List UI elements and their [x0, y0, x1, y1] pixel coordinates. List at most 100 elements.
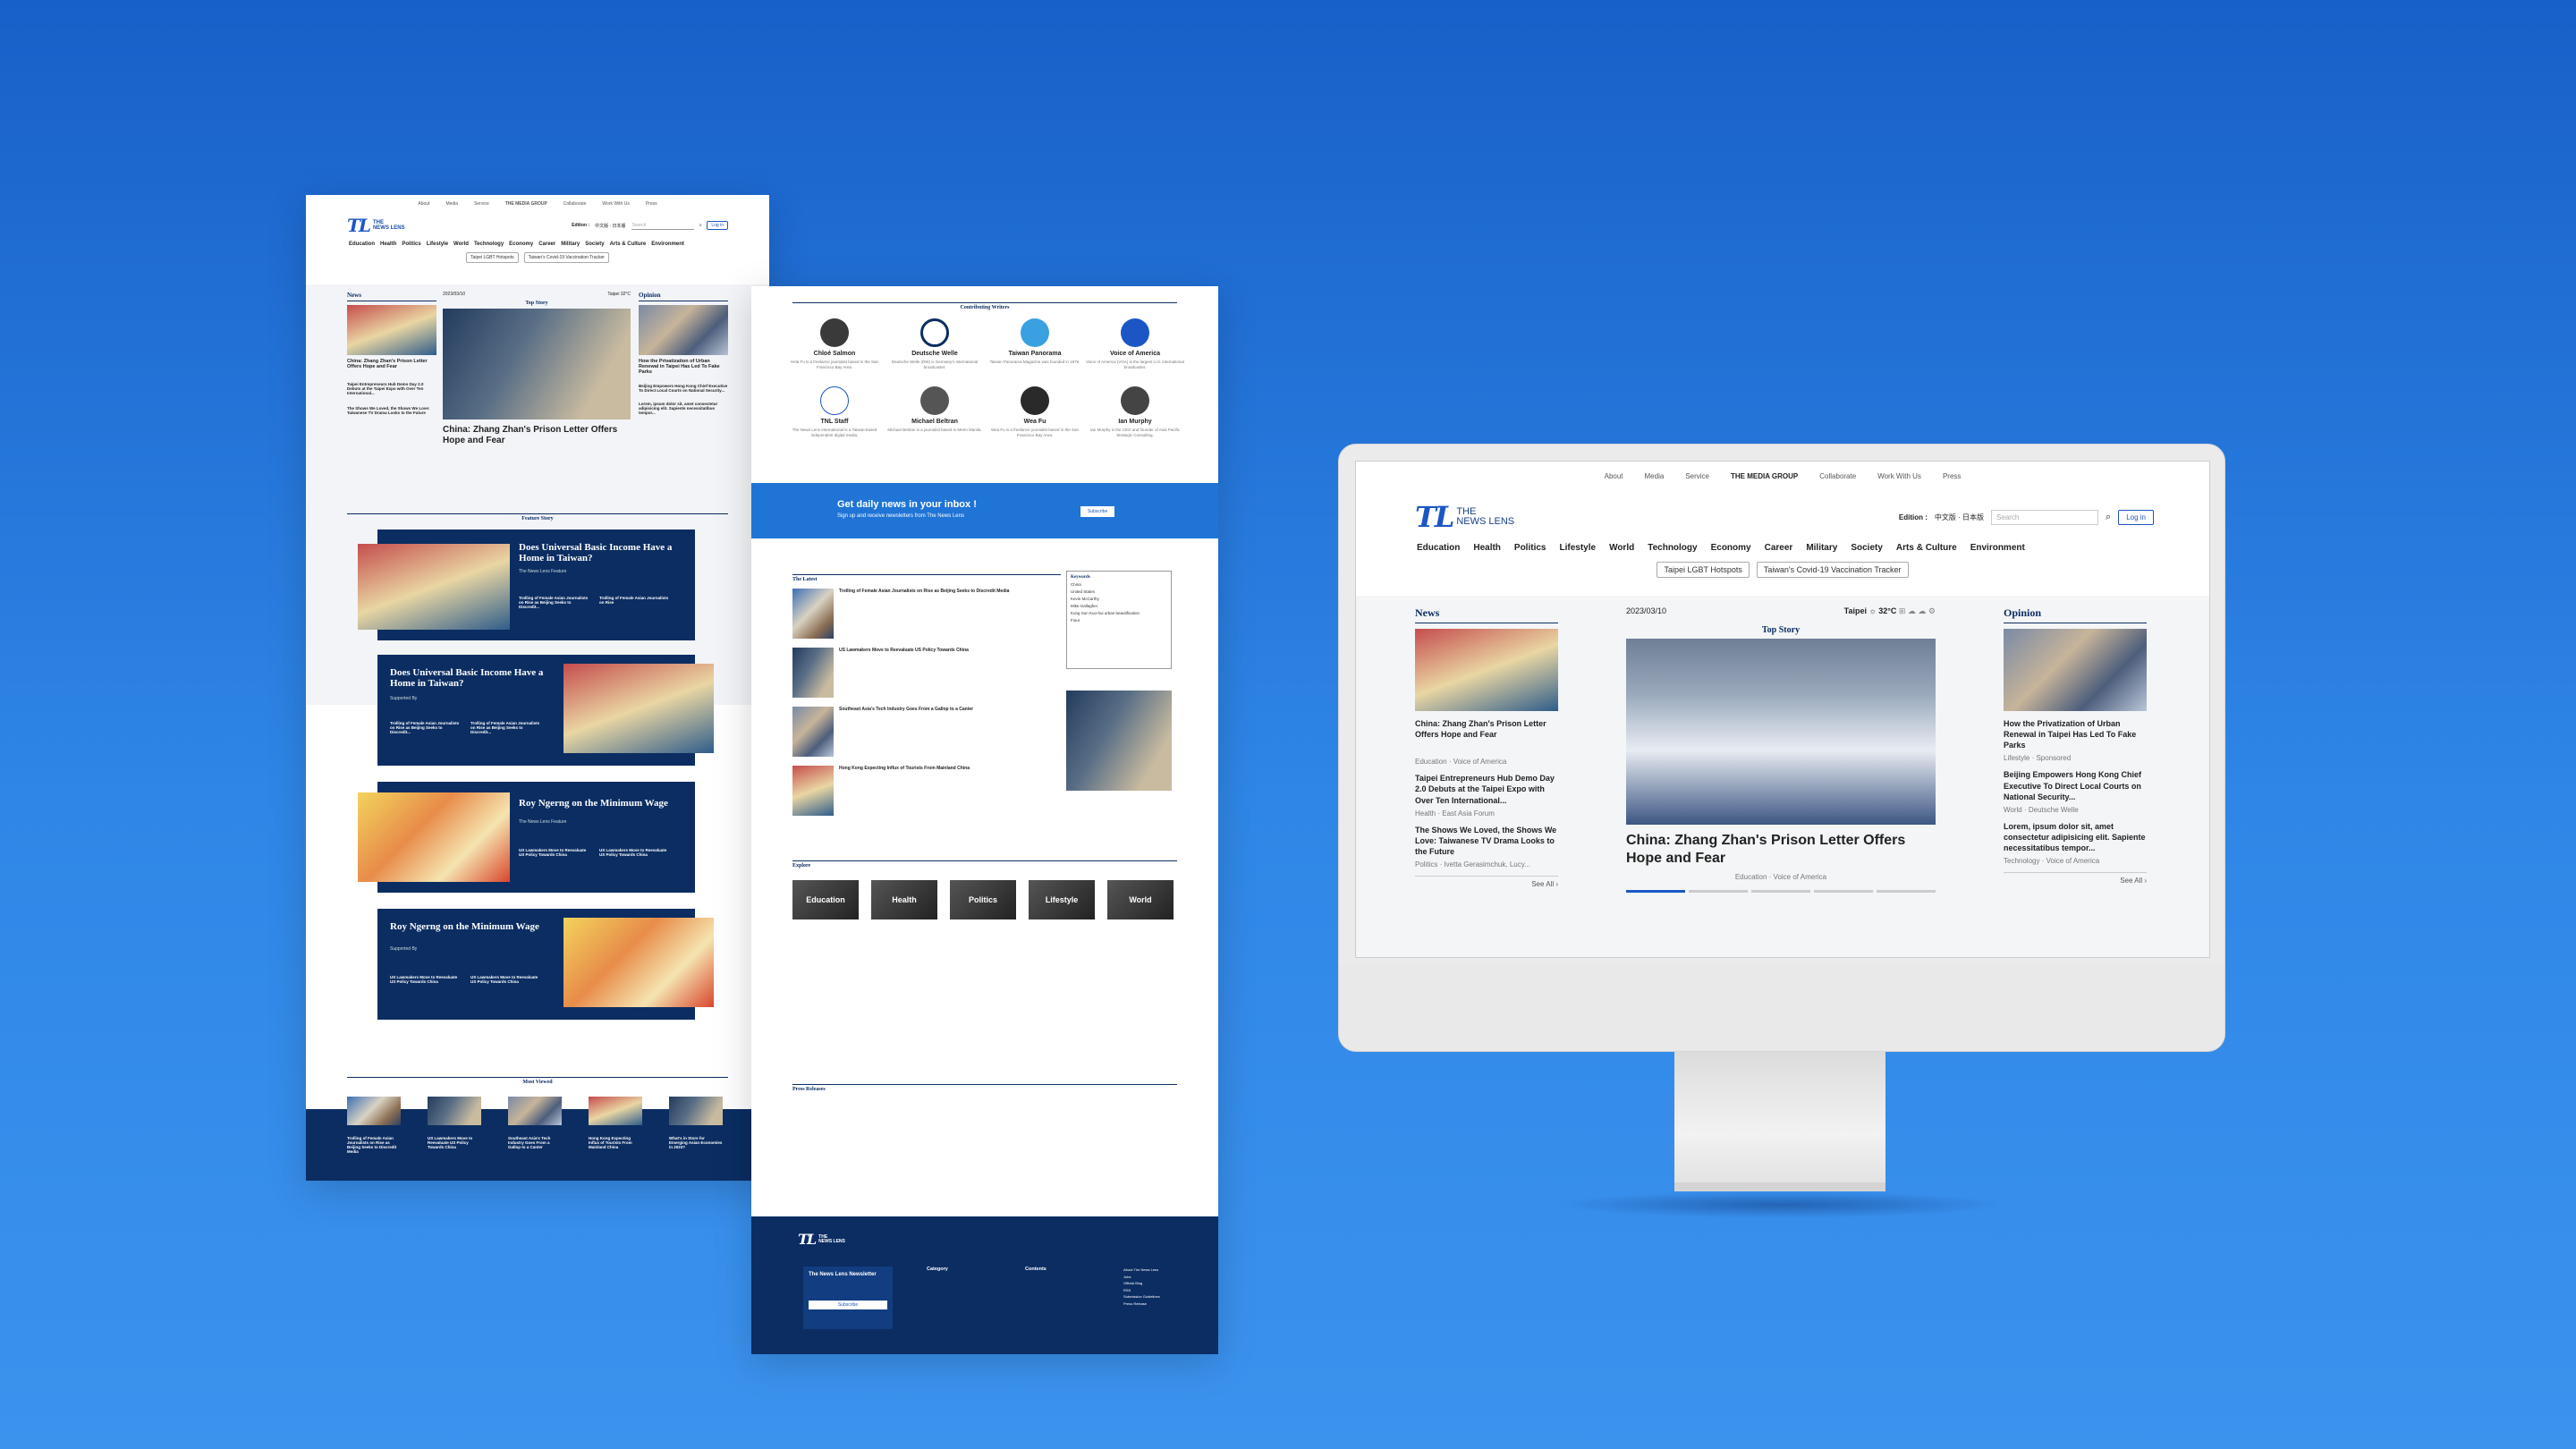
- feature-card-3[interactable]: Roy Ngerng on the Minimum Wage The News …: [358, 782, 695, 893]
- footer-link[interactable]: Press Release: [1123, 1301, 1160, 1308]
- latest-item[interactable]: Southeast Asia's Tech Industry Goes From…: [792, 707, 1052, 757]
- news-title-2[interactable]: Taipei Entrepreneurs Hub Demo Day 2.0 De…: [1415, 773, 1558, 805]
- keyword[interactable]: Kevin McCarthy: [1071, 596, 1167, 603]
- opinion-title-1[interactable]: How the Privatization of Urban Renewal i…: [2004, 718, 2147, 750]
- opinion-image[interactable]: [2004, 629, 2147, 711]
- footer-link[interactable]: Jobs: [1123, 1274, 1160, 1281]
- feature-card-2[interactable]: Does Universal Basic Income Have a Home …: [377, 655, 714, 766]
- pill-covid[interactable]: Taiwan's Covid-19 Vaccination Tracker: [523, 252, 609, 263]
- footer-subscribe-button[interactable]: Subscribe: [809, 1301, 887, 1309]
- nav-politics[interactable]: Politics: [402, 242, 420, 247]
- news-title-2[interactable]: Taipei Entrepreneurs Hub Demo Day 2.0 De…: [347, 382, 436, 395]
- pill-lgbt[interactable]: Taipei LGBT Hotspots: [1657, 562, 1750, 578]
- nav-military[interactable]: Military: [1806, 543, 1837, 553]
- keyword[interactable]: Mike Gallagher: [1071, 603, 1167, 610]
- nav-economy[interactable]: Economy: [509, 242, 533, 247]
- util-collaborate[interactable]: Collaborate: [564, 201, 587, 207]
- keyword[interactable]: China: [1071, 581, 1167, 589]
- edition-options[interactable]: 中文版 · 日本版: [595, 223, 625, 229]
- news-title-1[interactable]: China: Zhang Zhan's Prison Letter Offers…: [347, 359, 436, 369]
- search-icon[interactable]: ⌕: [2106, 512, 2111, 523]
- nav-economy[interactable]: Economy: [1711, 543, 1751, 553]
- site-logo[interactable]: TL THE NEWS LENS: [1415, 500, 1514, 534]
- nav-education[interactable]: Education: [1417, 543, 1460, 553]
- subscribe-button[interactable]: Subscribe: [1080, 506, 1115, 517]
- pill-covid[interactable]: Taiwan's Covid-19 Vaccination Tracker: [1756, 562, 1909, 578]
- nav-environment[interactable]: Environment: [651, 242, 684, 247]
- writer-card[interactable]: Wea Fu Wea Fu is a freelance journalist b…: [986, 386, 1084, 438]
- util-media[interactable]: Media: [445, 201, 458, 207]
- login-button[interactable]: Log in: [707, 221, 728, 230]
- nav-lifestyle[interactable]: Lifestyle: [427, 242, 448, 247]
- writer-card[interactable]: TNL Staff The News Lens International is …: [785, 386, 884, 438]
- edition-options[interactable]: 中文版 · 日本版: [1935, 513, 1984, 522]
- site-logo[interactable]: TL THE NEWS LENS: [347, 215, 405, 236]
- util-media[interactable]: Media: [1645, 472, 1665, 480]
- most-viewed-item[interactable]: Southeast Asia's Tech Industry Goes From…: [508, 1097, 562, 1154]
- top-story-title[interactable]: China: Zhang Zhan's Prison Letter Offers…: [443, 425, 631, 446]
- footer-link[interactable]: About The News Lens: [1123, 1267, 1160, 1274]
- feature-card-4[interactable]: Roy Ngerng on the Minimum Wage Supported…: [377, 909, 714, 1020]
- nav-career[interactable]: Career: [538, 242, 555, 247]
- feature-link-2b[interactable]: Trolling of Female Asian Journalists on …: [470, 721, 542, 734]
- most-viewed-item[interactable]: Trolling of Female Asian Journalists on …: [347, 1097, 401, 1154]
- most-viewed-item[interactable]: Hong Kong Expecting Influx of Tourists F…: [589, 1097, 642, 1154]
- news-title-3[interactable]: The Shows We Loved, the Shows We Love: T…: [347, 406, 436, 415]
- keyword[interactable]: Kung Sun Kuo-hui urban beautification: [1071, 610, 1167, 617]
- writer-card[interactable]: Chloé Salmon Hela Fu is a freelance journ…: [785, 318, 884, 370]
- news-image[interactable]: [347, 305, 436, 355]
- util-service[interactable]: Service: [1685, 472, 1709, 480]
- latest-item[interactable]: Hong Kong Expecting Influx of Tourists F…: [792, 766, 1052, 816]
- nav-education[interactable]: Education: [349, 242, 375, 247]
- writer-card[interactable]: Michael Beltran Michael Beltran is a jour…: [886, 386, 984, 433]
- nav-society[interactable]: Society: [1851, 543, 1883, 553]
- latest-item[interactable]: US Lawmakers Move to Reevaluate US Polic…: [792, 648, 1052, 698]
- news-see-all[interactable]: See All ›: [1415, 876, 1558, 888]
- most-viewed-item[interactable]: What's in Store for Emerging Asian Econo…: [669, 1097, 723, 1154]
- util-work[interactable]: Work With Us: [602, 201, 629, 207]
- explore-lifestyle[interactable]: Lifestyle: [1029, 880, 1095, 919]
- search-icon[interactable]: ⌕: [699, 223, 702, 228]
- writer-card[interactable]: Ian Murphy Ian Murphy is the CEO and foun…: [1086, 386, 1184, 438]
- top-story-image[interactable]: [443, 309, 631, 419]
- nav-military[interactable]: Military: [561, 242, 580, 247]
- explore-health[interactable]: Health: [871, 880, 937, 919]
- pill-lgbt[interactable]: Taipei LGBT Hotspots: [466, 252, 519, 263]
- latest-item[interactable]: Trolling of Female Asian Journalists on …: [792, 589, 1052, 639]
- ad-banner[interactable]: [1066, 691, 1172, 791]
- util-about[interactable]: About: [1605, 472, 1623, 480]
- news-title-1[interactable]: China: Zhang Zhan's Prison Letter Offers…: [1415, 718, 1558, 740]
- util-about[interactable]: About: [418, 201, 429, 207]
- util-service[interactable]: Service: [474, 201, 489, 207]
- feature-link-1a[interactable]: Trolling of Female Asian Journalists on …: [519, 596, 590, 609]
- nav-lifestyle[interactable]: Lifestyle: [1559, 543, 1596, 553]
- opinion-title-1[interactable]: How the Privatization of Urban Renewal i…: [639, 359, 728, 375]
- keyword[interactable]: United States: [1071, 589, 1167, 596]
- util-media-group[interactable]: THE MEDIA GROUP: [1731, 472, 1798, 480]
- opinion-image[interactable]: [639, 305, 728, 355]
- nav-health[interactable]: Health: [1473, 543, 1501, 553]
- nav-arts[interactable]: Arts & Culture: [1896, 543, 1957, 553]
- util-press[interactable]: Press: [1943, 472, 1961, 480]
- nav-technology[interactable]: Technology: [474, 242, 504, 247]
- util-press[interactable]: Press: [646, 201, 657, 207]
- carousel-indicator[interactable]: [1626, 890, 1936, 893]
- nav-world[interactable]: World: [453, 242, 469, 247]
- login-button[interactable]: Log in: [2118, 509, 2154, 525]
- writer-card[interactable]: Deutsche Welle Deutsche Welle (DW) is Ger…: [886, 318, 984, 370]
- util-work[interactable]: Work With Us: [1877, 472, 1921, 480]
- opinion-title-2[interactable]: Beijing Empowers Hong Kong Chief Executi…: [2004, 769, 2147, 801]
- feature-link-2a[interactable]: Trolling of Female Asian Journalists on …: [390, 721, 462, 734]
- footer-logo[interactable]: TL THE NEWS LENS: [798, 1231, 845, 1248]
- footer-link[interactable]: Official Blog: [1123, 1280, 1160, 1287]
- search-input[interactable]: Search: [631, 222, 694, 230]
- writer-card[interactable]: Taiwan Panorama Taiwan Panorama Magazine …: [986, 318, 1084, 365]
- nav-world[interactable]: World: [1609, 543, 1634, 553]
- feature-link-1b[interactable]: Trolling of Female Asian Journalists on …: [599, 596, 671, 605]
- nav-career[interactable]: Career: [1765, 543, 1793, 553]
- news-title-3[interactable]: The Shows We Loved, the Shows We Love: T…: [1415, 825, 1558, 857]
- feature-link-3b[interactable]: US Lawmakers Move to Reevaluate US Polic…: [599, 848, 671, 857]
- explore-politics[interactable]: Politics: [950, 880, 1016, 919]
- opinion-title-2[interactable]: Beijing Empowers Hong Kong Chief Executi…: [639, 384, 728, 393]
- most-viewed-item[interactable]: US Lawmakers Move to Reevaluate US Polic…: [428, 1097, 481, 1154]
